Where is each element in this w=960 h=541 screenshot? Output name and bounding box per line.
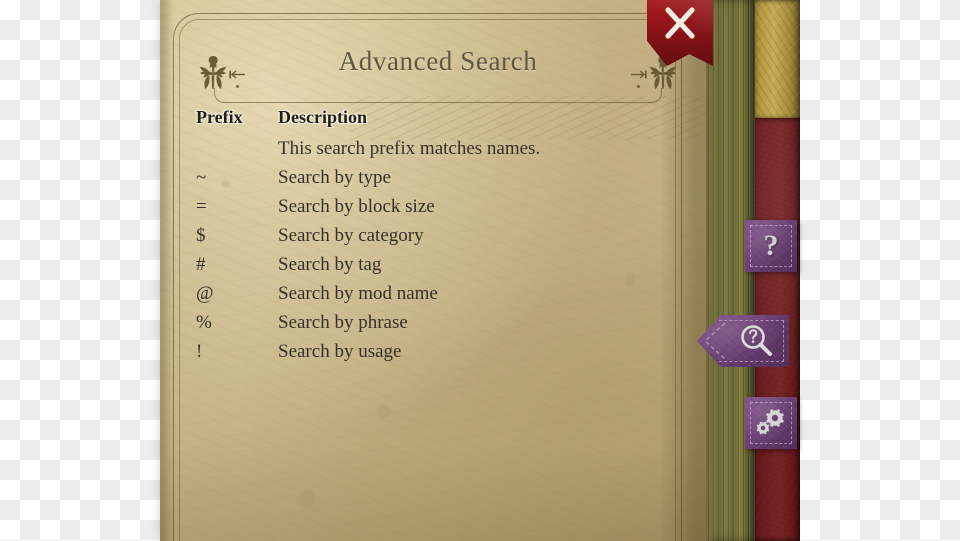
table-header-row: Prefix Description (196, 107, 666, 138)
table-row: ~ Search by type (196, 167, 666, 196)
cell-description: Search by phrase (278, 312, 408, 333)
table-row: @ Search by mod name (196, 283, 666, 312)
cell-description: Search by tag (278, 254, 382, 275)
table-row: $ Search by category (196, 225, 666, 254)
book-cover-gold-band (752, 0, 800, 119)
table-row: % Search by phrase (196, 312, 666, 341)
gears-icon (745, 397, 797, 449)
cell-prefix: $ (196, 225, 206, 246)
cell-description: Search by block size (278, 196, 435, 217)
cell-prefix: = (196, 196, 207, 217)
screenshot-root: Advanced Search Prefix Description This … (0, 0, 960, 541)
table-row: ! Search by usage (196, 341, 666, 370)
title-bar: Advanced Search (190, 46, 686, 103)
cell-prefix: # (196, 254, 206, 275)
cell-prefix: ~ (196, 167, 207, 188)
arrow-right-icon (630, 70, 648, 79)
close-x-icon (663, 6, 697, 40)
cell-description: Search by category (278, 225, 424, 246)
cell-description: This search prefix matches names. (278, 138, 541, 159)
cell-description: Search by usage (278, 341, 402, 362)
table-row: = Search by block size (196, 196, 666, 225)
table-row: # Search by tag (196, 254, 666, 283)
arrow-left-icon (228, 70, 246, 79)
close-button[interactable] (647, 0, 713, 66)
fleur-de-lis-icon (196, 54, 230, 92)
cell-description: Search by type (278, 167, 391, 188)
page-title: Advanced Search (338, 46, 538, 76)
cell-description: Search by mod name (278, 283, 438, 304)
table-row: This search prefix matches names. (196, 138, 666, 167)
cell-prefix: ! (196, 341, 203, 362)
column-header-prefix: Prefix (196, 107, 243, 127)
magnifier-question-icon (727, 315, 785, 367)
cell-prefix: % (196, 312, 212, 333)
column-header-description: Description (278, 107, 367, 127)
title-dot-left (236, 85, 239, 88)
sidebar-tab-settings[interactable] (745, 397, 797, 449)
question-mark-icon: ? (745, 220, 797, 272)
tab-help-label: ? (763, 229, 779, 262)
book-container: Advanced Search Prefix Description This … (160, 0, 800, 541)
title-dot-right (637, 85, 640, 88)
title-underline-rule (214, 88, 662, 103)
sidebar-tab-help[interactable]: ? (745, 220, 797, 272)
sidebar-tab-search[interactable] (697, 315, 789, 367)
cell-prefix: @ (196, 283, 214, 304)
prefix-table: Prefix Description This search prefix ma… (196, 107, 666, 370)
parchment-page: Advanced Search Prefix Description This … (160, 0, 706, 541)
